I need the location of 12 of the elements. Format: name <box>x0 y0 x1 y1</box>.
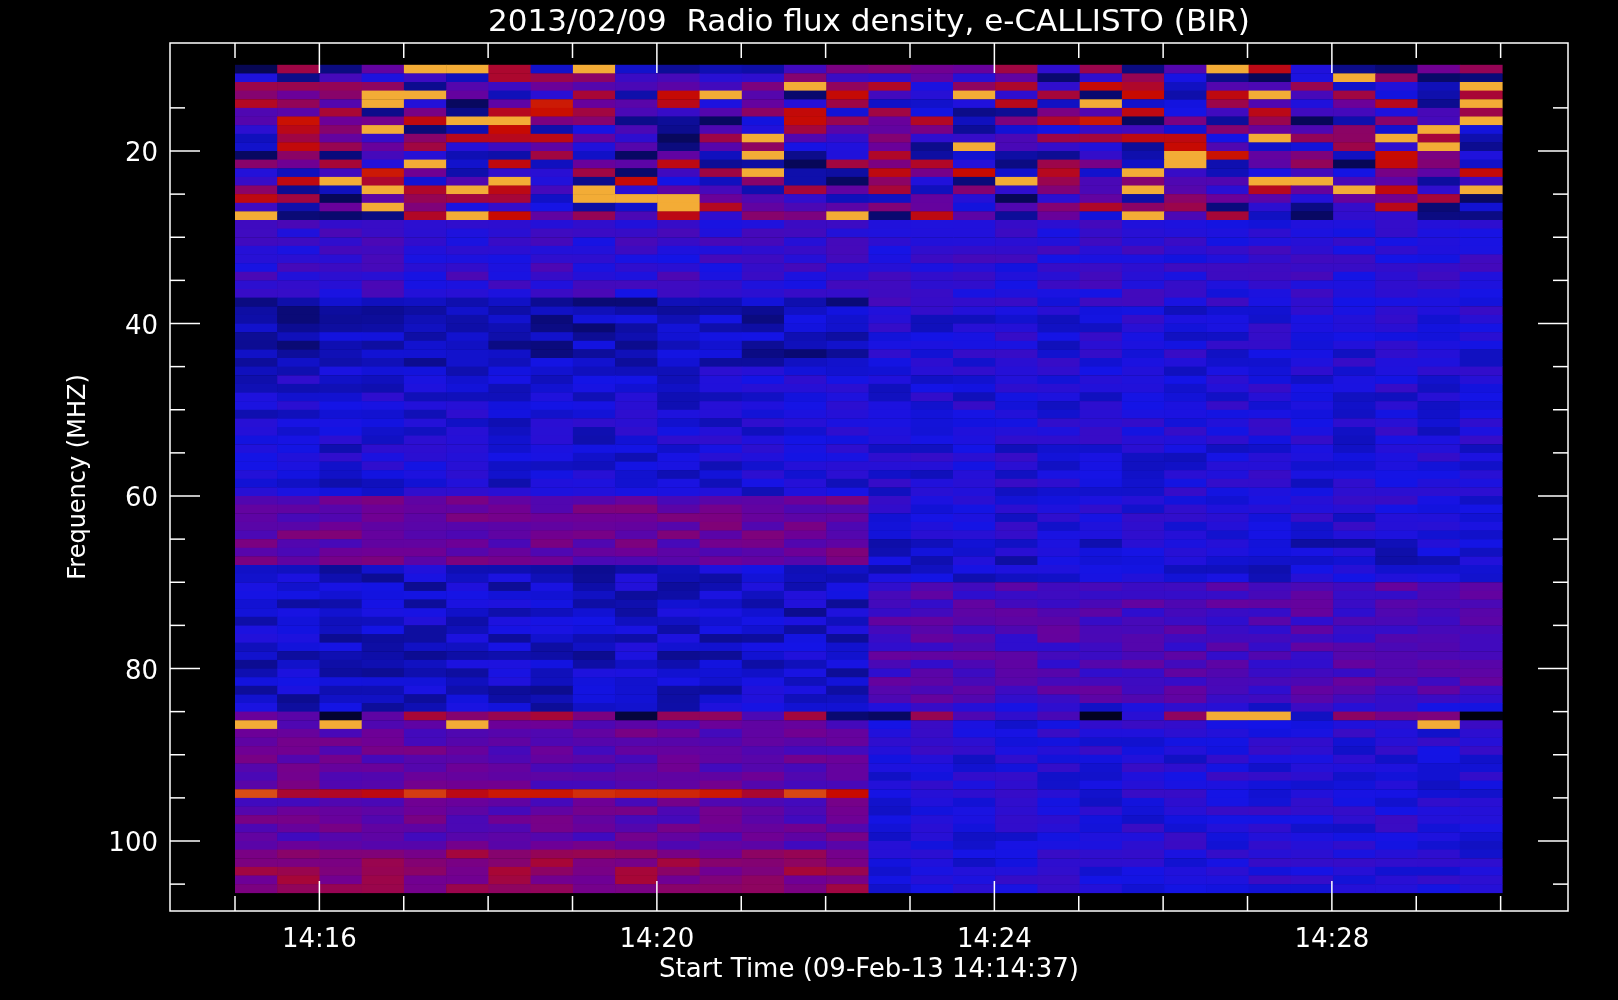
y-tick-label: 60 <box>124 482 158 512</box>
x-axis-label: Start Time (09-Feb-13 14:14:37) <box>659 953 1079 983</box>
chart-title: 2013/02/09 Radio flux density, e-CALLISTO (BIR) <box>488 2 1250 38</box>
y-tick-label: 40 <box>124 309 158 340</box>
x-tick-label: 14:16 <box>281 923 357 953</box>
x-tick-label: 14:24 <box>956 923 1032 953</box>
y-tick-label: 80 <box>124 654 158 685</box>
x-tick-label: 14:28 <box>1294 923 1370 953</box>
y-axis-label: Frequency (MHZ) <box>63 374 91 580</box>
y-tick-label: 100 <box>108 827 158 857</box>
x-tick-label: 14:20 <box>619 923 695 953</box>
y-tick-label: 20 <box>124 137 158 167</box>
